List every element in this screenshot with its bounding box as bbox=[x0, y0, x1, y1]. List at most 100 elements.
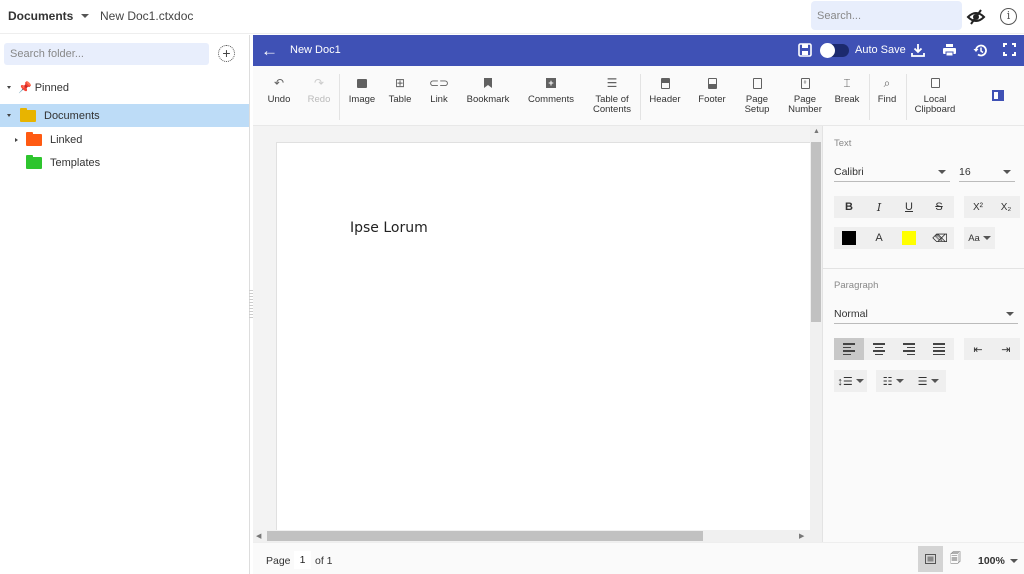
align-right-icon bbox=[903, 343, 915, 355]
color-group: A ✎ ⌫ bbox=[834, 227, 954, 249]
plus-circle-icon[interactable]: + bbox=[218, 45, 235, 62]
autosave-toggle[interactable] bbox=[820, 43, 849, 58]
break-button[interactable]: ⌶ Break bbox=[834, 76, 860, 105]
toc-icon: ☰ bbox=[606, 76, 618, 90]
link-button[interactable]: ⊂⊃ Link bbox=[428, 76, 450, 105]
properties-pane-toggle-icon[interactable] bbox=[992, 90, 1004, 101]
table-of-contents-button[interactable]: ☰ Table of Contents bbox=[592, 76, 632, 115]
font-family-value: Calibri bbox=[834, 166, 864, 178]
horizontal-scroll-thumb[interactable] bbox=[267, 531, 703, 541]
tree-item-templates[interactable]: Templates bbox=[0, 151, 249, 174]
image-icon bbox=[347, 76, 377, 90]
vertical-scrollbar[interactable]: ▲ ▼ bbox=[810, 126, 822, 542]
toolbar-divider bbox=[339, 74, 340, 120]
arrow-left-icon[interactable]: ← bbox=[261, 42, 278, 59]
font-color-button[interactable] bbox=[834, 227, 864, 249]
chevron-down-icon bbox=[81, 14, 90, 18]
line-spacing-dropdown[interactable]: ↕☰ bbox=[834, 370, 867, 392]
fullscreen-icon[interactable] bbox=[1003, 43, 1016, 56]
undo-button[interactable]: ↶ Undo bbox=[267, 76, 291, 105]
clear-format-icon[interactable]: ⌫ bbox=[926, 227, 954, 249]
bookmark-button[interactable]: Bookmark bbox=[466, 76, 510, 105]
bullet-list-button[interactable]: ☷ bbox=[876, 370, 911, 392]
superscript-button[interactable]: X² bbox=[964, 196, 992, 218]
image-button[interactable]: Image bbox=[347, 76, 377, 105]
horizontal-scrollbar[interactable]: ◀ ▶ bbox=[253, 530, 822, 542]
font-family-dropdown[interactable]: Calibri bbox=[834, 160, 950, 182]
toolbar-divider bbox=[906, 74, 907, 120]
align-center-button[interactable] bbox=[864, 338, 894, 360]
clipboard-icon bbox=[913, 76, 957, 90]
history-icon[interactable] bbox=[973, 43, 988, 58]
print-layout-button[interactable] bbox=[918, 546, 943, 572]
highlight-color-button[interactable] bbox=[894, 227, 924, 249]
font-size-dropdown[interactable]: 16 bbox=[959, 160, 1015, 182]
page-setup-button[interactable]: Page Setup bbox=[743, 76, 771, 115]
subscript-button[interactable]: X₂ bbox=[992, 196, 1020, 218]
global-search-input[interactable]: Search... bbox=[811, 1, 962, 30]
page-number-button[interactable]: # Page Number bbox=[787, 76, 823, 115]
local-clipboard-button[interactable]: Local Clipboard bbox=[913, 76, 957, 115]
paragraph-style-dropdown[interactable]: Normal bbox=[834, 302, 1018, 324]
expand-icon[interactable] bbox=[7, 86, 11, 89]
align-left-button[interactable] bbox=[834, 338, 864, 360]
numbered-list-button[interactable]: ☰ bbox=[911, 370, 946, 392]
scroll-up-icon[interactable]: ▲ bbox=[813, 128, 820, 135]
undo-label: Undo bbox=[267, 94, 291, 105]
scroll-right-icon[interactable]: ▶ bbox=[799, 532, 804, 540]
tree-item-label: Templates bbox=[50, 156, 101, 169]
table-button[interactable]: ⊞ Table bbox=[387, 76, 413, 105]
zoom-dropdown[interactable]: 100% bbox=[978, 555, 1018, 567]
chevron-down-icon bbox=[1003, 170, 1011, 174]
find-button[interactable]: ⌕ Find bbox=[876, 76, 898, 105]
redo-label: Redo bbox=[307, 94, 331, 105]
expand-icon[interactable] bbox=[7, 114, 11, 117]
redo-button[interactable]: ↷ Redo bbox=[307, 76, 331, 105]
footer-icon bbox=[696, 76, 728, 90]
header-button[interactable]: Header bbox=[648, 76, 682, 105]
folder-search-input[interactable]: Search folder... bbox=[4, 43, 209, 65]
info-icon[interactable]: i bbox=[1000, 8, 1017, 25]
tree-item-label: Linked bbox=[50, 133, 83, 146]
folder-open-icon bbox=[20, 107, 36, 122]
print-layout-icon bbox=[925, 554, 936, 564]
justify-button[interactable] bbox=[924, 338, 954, 360]
font-color-label[interactable]: A bbox=[864, 227, 894, 249]
comment-add-icon: + bbox=[527, 76, 575, 90]
align-right-button[interactable] bbox=[894, 338, 924, 360]
scroll-left-icon[interactable]: ◀ bbox=[256, 532, 261, 540]
tree-item-pinned[interactable]: 📌 Pinned bbox=[0, 76, 249, 99]
line-spacing-icon[interactable]: ↕☰ bbox=[834, 370, 867, 392]
editor-toolbar: ↶ Undo ↷ Redo Image ⊞ Table ⊂⊃ Link Book… bbox=[253, 66, 1024, 126]
print-icon[interactable] bbox=[942, 43, 957, 57]
underline-button[interactable]: U bbox=[894, 196, 924, 218]
tree-item-documents[interactable]: Documents bbox=[0, 104, 249, 127]
page-number-line2: Number bbox=[788, 104, 822, 115]
chevron-down-icon bbox=[855, 379, 864, 383]
collapse-icon[interactable] bbox=[15, 137, 18, 142]
italic-button[interactable]: I bbox=[864, 196, 894, 218]
web-layout-button[interactable]: 🗐 bbox=[943, 546, 968, 572]
vertical-scroll-thumb[interactable] bbox=[811, 142, 821, 322]
current-page-input[interactable]: 1 bbox=[294, 551, 311, 569]
document-page[interactable]: Ipse Lorum bbox=[276, 142, 816, 542]
change-case-label: Aa bbox=[968, 232, 980, 244]
undo-icon: ↶ bbox=[273, 76, 285, 90]
tree-item-linked[interactable]: Linked bbox=[0, 128, 249, 151]
decrease-indent-icon[interactable]: ⇤ bbox=[964, 338, 992, 360]
download-icon[interactable] bbox=[911, 43, 925, 57]
strikethrough-button[interactable]: S bbox=[924, 196, 954, 218]
document-canvas[interactable]: Ipse Lorum bbox=[253, 126, 822, 542]
increase-indent-icon[interactable]: ⇥ bbox=[992, 338, 1020, 360]
breadcrumb-root[interactable]: Documents bbox=[8, 9, 90, 23]
bold-button[interactable]: B bbox=[834, 196, 864, 218]
comments-button[interactable]: + Comments bbox=[527, 76, 575, 105]
eye-slash-icon[interactable] bbox=[966, 8, 986, 26]
change-case-dropdown[interactable]: Aa bbox=[964, 227, 995, 249]
save-icon[interactable] bbox=[798, 43, 812, 57]
document-text[interactable]: Ipse Lorum bbox=[350, 220, 428, 236]
change-case-button[interactable]: Aa bbox=[964, 227, 995, 249]
footer-button[interactable]: Footer bbox=[696, 76, 728, 105]
align-left-icon bbox=[843, 343, 855, 355]
justify-icon bbox=[933, 343, 945, 355]
